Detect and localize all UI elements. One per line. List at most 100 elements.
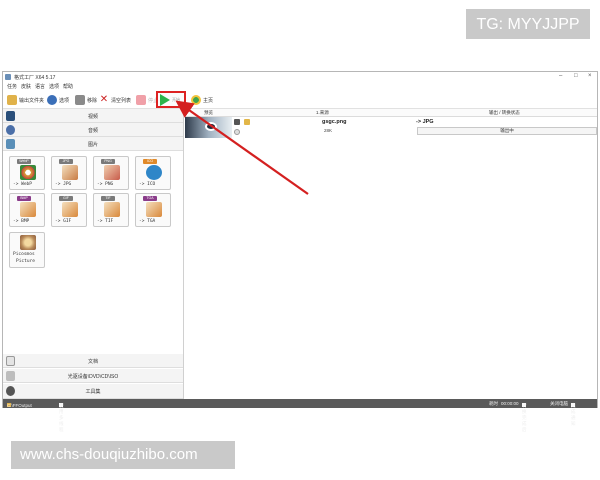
tif-tag: TIF (101, 196, 115, 201)
remove-icon (75, 95, 85, 105)
clear-list-label: 清空列表 (111, 97, 132, 104)
gif-tag: GIF (59, 196, 73, 201)
format-jpg[interactable]: JPG -> JPG (51, 156, 87, 190)
status-bar: C:\FFOutput 使用多线程 耗时 00:00:00 转换完成后 关闭电脑… (3, 399, 597, 432)
source-filename: gsgc.png (322, 119, 347, 125)
shutdown-label: 转换完成后 (522, 403, 527, 432)
bmp-icon (20, 202, 36, 217)
output-folder-label: 输出文件夹 (19, 97, 45, 104)
category-audio-label: 音频 (87, 128, 98, 134)
app-icon (5, 74, 11, 80)
menu-help[interactable]: 帮助 (63, 83, 73, 90)
category-rom[interactable]: 光驱设备\DVD\CD\ISO (3, 369, 183, 383)
elapsed-time: 00:00:00 (501, 401, 519, 406)
tga-label: -> TGA (139, 219, 156, 224)
category-toolbox[interactable]: 工具集 (3, 384, 183, 399)
watermark-bottom: www.chs-douqiuzhibo.com (11, 441, 235, 469)
menu-language[interactable]: 语言 (35, 83, 45, 90)
gif-icon (62, 202, 78, 217)
category-picture-label: 图片 (87, 142, 98, 148)
header-source: 1.来源 (316, 110, 329, 115)
home-icon (191, 95, 201, 105)
multi-thread-label: 使用多线程 (59, 403, 64, 432)
tif-icon (104, 202, 120, 217)
png-tag: PNG (101, 159, 115, 164)
stop-icon (136, 95, 146, 105)
picosmos-label-line2: Picture (16, 259, 35, 264)
format-gif[interactable]: GIF -> GIF (51, 193, 87, 227)
webp-tag: WebP (17, 159, 31, 164)
task-list: 预览 1.来源 输出 / 转换状态 gsgc.png 28K -> JPG 输出… (184, 109, 597, 399)
menu-task[interactable]: 任务 (7, 83, 17, 90)
category-toolbox-label: 工具集 (85, 389, 101, 395)
window-title: 格式工厂 X64 5.17 (14, 75, 56, 81)
folder-icon (7, 95, 17, 105)
minimize-button[interactable]: – (559, 73, 562, 79)
title-bar: 格式工厂 X64 5.17 – □ × (3, 72, 597, 82)
refresh-icon[interactable] (234, 129, 240, 135)
category-video[interactable]: 视频 (3, 109, 183, 123)
home-button[interactable]: 主页 (191, 94, 213, 106)
menu-options[interactable]: 选项 (49, 83, 59, 90)
clear-list-button[interactable]: ✕ 清空列表 (99, 94, 131, 106)
ico-tag: ICO (143, 159, 157, 164)
format-webp[interactable]: WebP -> WebP (9, 156, 45, 190)
category-document[interactable]: 文档 (3, 354, 183, 368)
category-picture[interactable]: 图片 (3, 137, 183, 151)
jpg-tag: JPG (59, 159, 73, 164)
open-folder-icon[interactable] (244, 119, 250, 125)
shutdown-action[interactable]: 关闭电脑 (550, 401, 568, 407)
webp-label: -> WebP (13, 182, 32, 187)
format-picosmos[interactable]: Picosmos Picture (9, 232, 45, 268)
header-output: 输出 / 转换状态 (489, 110, 520, 115)
clear-x-icon: ✕ (99, 94, 109, 105)
output-folder-button[interactable]: 输出文件夹 (7, 94, 44, 106)
bmp-tag: BMP (17, 196, 31, 201)
info-icon (146, 165, 162, 180)
tif-label: -> TIF (97, 219, 114, 224)
format-bmp[interactable]: BMP -> BMP (9, 193, 45, 227)
format-ico[interactable]: ICO -> ICO (135, 156, 171, 190)
toolbar: 输出文件夹 选项 移除 ✕ 清空列表 停止 开始 主页 (3, 91, 597, 109)
start-button[interactable]: 开始 (156, 91, 186, 108)
png-icon (104, 165, 120, 180)
close-button[interactable]: × (588, 73, 592, 79)
preview-thumbnail (185, 117, 232, 138)
bmp-label: -> BMP (13, 219, 30, 224)
png-label: -> PNG (97, 182, 114, 187)
gif-label: -> GIF (55, 219, 72, 224)
source-size: 28K (324, 128, 333, 133)
header-preview: 预览 (204, 110, 213, 115)
options-button[interactable]: 选项 (47, 94, 69, 106)
thumbnail-eye (205, 122, 217, 131)
pause-icon[interactable] (234, 119, 240, 125)
notify-label: 完成通知 (571, 403, 576, 426)
app-window: 格式工厂 X64 5.17 – □ × 任务 皮肤 语言 选项 帮助 输出文件夹… (2, 71, 598, 432)
menu-skin[interactable]: 皮肤 (21, 83, 31, 90)
screenshot-stage: TG: MYYJJPP 格式工厂 X64 5.17 – □ × 任务 皮肤 语言… (0, 0, 600, 480)
options-icon (47, 95, 57, 105)
elapsed-label: 耗时 (489, 401, 498, 406)
format-png[interactable]: PNG -> PNG (93, 156, 129, 190)
remove-label: 移除 (87, 97, 98, 104)
stop-button[interactable]: 停止 (136, 94, 158, 106)
tga-tag: TGA (143, 196, 157, 201)
jpg-icon (62, 165, 78, 180)
category-panel: 视频 音频 图片 WebP -> WebP JPG -> JPG PNG -> … (3, 109, 184, 399)
task-row[interactable]: gsgc.png 28K -> JPG 输出中 (184, 117, 597, 139)
output-format: -> JPG (416, 119, 434, 125)
picosmos-icon (20, 235, 36, 250)
task-list-header: 预览 1.来源 输出 / 转换状态 (184, 109, 597, 117)
jpg-label: -> JPG (55, 182, 72, 187)
remove-button[interactable]: 移除 (75, 94, 97, 106)
maximize-button[interactable]: □ (574, 73, 578, 79)
format-tif[interactable]: TIF -> TIF (93, 193, 129, 227)
category-document-label: 文档 (87, 359, 98, 365)
start-label: 开始 (172, 96, 180, 102)
home-label: 主页 (203, 97, 214, 104)
category-audio[interactable]: 音频 (3, 123, 183, 137)
category-video-label: 视频 (87, 114, 98, 120)
options-label: 选项 (59, 97, 70, 104)
tga-icon (146, 202, 162, 217)
format-tga[interactable]: TGA -> TGA (135, 193, 171, 227)
